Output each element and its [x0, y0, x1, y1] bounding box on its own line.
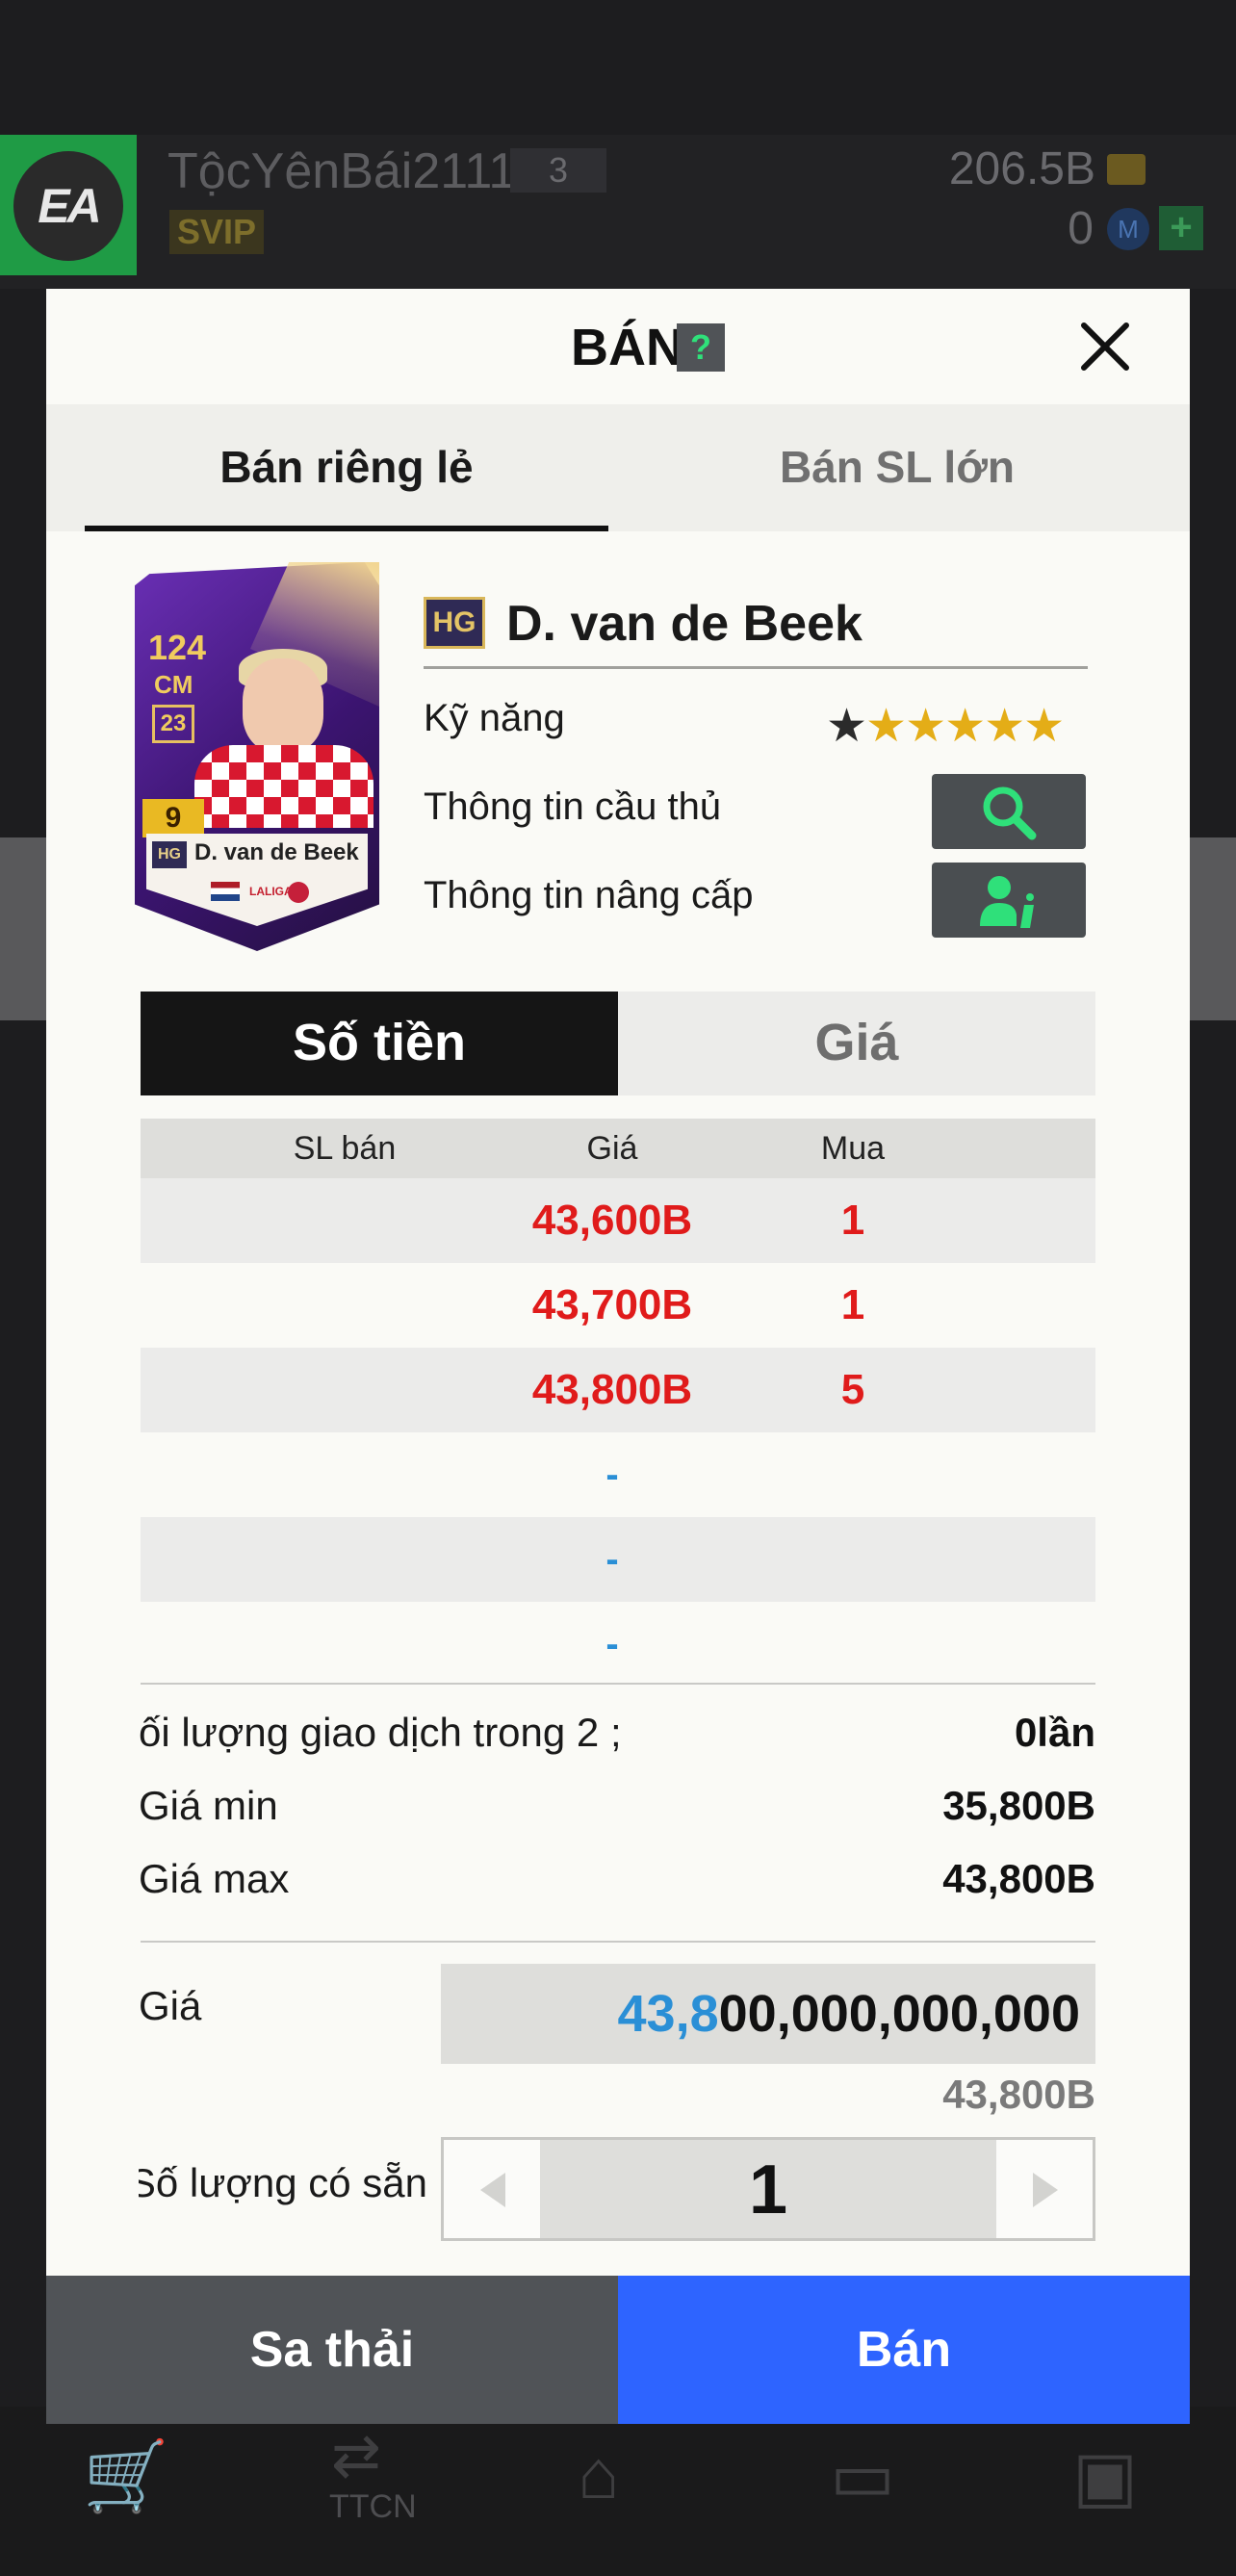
row-buy-count: 1	[840, 1281, 865, 1328]
card-hg-badge: HG	[152, 841, 187, 868]
card-ovr: 124	[148, 628, 207, 667]
triangle-right-icon	[1033, 2173, 1058, 2207]
sell-modal: BÁN ? Bán riêng lẻ Bán SL lớn 124 CM 23 …	[46, 289, 1190, 2424]
trade-count-value: 0lần	[1014, 1710, 1095, 1755]
tab-sell-single[interactable]: Bán riêng lẻ	[85, 404, 608, 531]
transfer-icon: ⇄	[331, 2423, 381, 2489]
modal-title: BÁN	[571, 319, 683, 376]
price-input-highlight: 43,8	[617, 1985, 719, 2043]
min-price-label: Giá min	[139, 1783, 278, 1828]
table-row[interactable]: 43,600B 1	[141, 1178, 1095, 1263]
skill-label: Kỹ năng	[424, 697, 565, 739]
row-empty: -	[605, 1454, 619, 1496]
order-table-header: SL bán Giá Mua	[141, 1119, 1095, 1178]
laliga-logo: LALIGA	[249, 885, 293, 898]
column-header: Giá	[586, 1130, 638, 1167]
netherlands-flag-icon	[211, 882, 240, 901]
min-price-value: 35,800B	[942, 1783, 1095, 1828]
price-input-label: Giá	[139, 1983, 202, 2028]
background-level-badge: 3	[510, 148, 606, 193]
m-coin-icon: M	[1107, 208, 1149, 250]
add-coins-button: +	[1159, 206, 1203, 250]
divider	[141, 1683, 1095, 1685]
max-price-label: Giá max	[139, 1856, 290, 1901]
price-input-rest: 00,000,000,000	[718, 1985, 1080, 2043]
player-shirt	[194, 745, 373, 828]
star-icon: ★	[826, 701, 867, 752]
user-info-icon	[980, 876, 1034, 928]
close-button[interactable]	[1076, 318, 1134, 375]
ea-logo-icon: EA	[13, 151, 123, 261]
help-button[interactable]: ?	[677, 323, 725, 372]
upgrade-info-button[interactable]	[932, 863, 1086, 938]
card-player-name: D. van de Beek	[194, 839, 359, 865]
cart-icon: 🛒	[83, 2438, 169, 2515]
skill-stars: ★★★★★★	[826, 699, 1065, 753]
row-price: 43,700B	[531, 1281, 693, 1328]
player-info-label: Thông tin cầu thủ	[424, 786, 722, 828]
star-icon: ★★★★★	[865, 701, 1065, 752]
pitch-icon: ▭	[830, 2438, 896, 2515]
modal-header: BÁN ?	[46, 289, 1190, 404]
player-info-button[interactable]	[932, 774, 1086, 849]
nav-label-ttcn: TTCN	[329, 2488, 417, 2525]
player-name: D. van de Beek	[506, 596, 863, 652]
max-price-value: 43,800B	[942, 1856, 1095, 1901]
tab-price[interactable]: Giá	[618, 992, 1095, 1095]
quantity-label-text: Số lượng có sẵn	[139, 2160, 427, 2205]
player-face	[243, 658, 323, 753]
quantity-stepper: 1	[441, 2137, 1095, 2241]
gold-coin-icon	[1107, 154, 1146, 185]
card-position: CM	[154, 670, 193, 699]
tab-amount[interactable]: Số tiền	[141, 992, 618, 1095]
bag-icon: ▣	[1072, 2438, 1139, 2515]
search-icon	[983, 786, 1037, 840]
discard-button[interactable]: Sa thải	[46, 2276, 618, 2424]
quantity-decrease-button[interactable]	[444, 2140, 540, 2238]
upgrade-info-label: Thông tin nâng cấp	[424, 874, 754, 916]
trade-count-label: ối lượng giao dịch trong 2 ;	[139, 1710, 622, 1755]
quantity-value: 1	[748, 2151, 788, 2228]
row-buy-count: 1	[840, 1197, 865, 1244]
background-money: 206.5B	[948, 143, 1095, 194]
column-header: SL bán	[293, 1130, 397, 1167]
ea-logo-badge: EA	[0, 135, 137, 275]
sell-button[interactable]: Bán	[618, 2276, 1190, 2424]
card-season-badge: 23	[152, 705, 194, 743]
row-price: 43,800B	[531, 1366, 693, 1413]
column-header: Mua	[820, 1130, 886, 1167]
quantity-increase-button[interactable]	[996, 2140, 1093, 2238]
row-price: 43,600B	[531, 1197, 693, 1244]
table-row[interactable]: 43,700B 1	[141, 1263, 1095, 1348]
divider	[424, 666, 1088, 669]
table-row[interactable]: 43,800B 5	[141, 1348, 1095, 1432]
price-summary: 43,800B	[942, 2072, 1095, 2117]
divider	[141, 1941, 1095, 1943]
background-username: TộcYênBái2111	[167, 143, 517, 199]
price-input[interactable]: 43,800,000,000,000	[441, 1964, 1095, 2064]
home-icon: ⌂	[578, 2436, 620, 2513]
card-grade-badge: 9	[142, 799, 204, 837]
background-m-coins: 0	[1068, 203, 1094, 254]
table-row: -	[141, 1432, 1095, 1517]
triangle-left-icon	[480, 2173, 505, 2207]
tab-sell-bulk[interactable]: Bán SL lớn	[643, 404, 1151, 531]
player-card[interactable]: 124 CM 23 9 HG D. van de Beek LALIGA	[135, 562, 379, 951]
row-buy-count: 5	[840, 1366, 865, 1413]
quantity-label: Số lượng có sẵn	[139, 2160, 427, 2206]
table-row: -	[141, 1602, 1095, 1687]
row-empty: -	[605, 1623, 619, 1665]
club-crest-icon	[288, 882, 309, 903]
close-icon	[1081, 322, 1129, 371]
table-row: -	[141, 1517, 1095, 1602]
card-flags: LALIGA	[202, 882, 318, 905]
sell-mode-tabs: Bán riêng lẻ Bán SL lớn	[46, 404, 1190, 531]
hg-badge: HG	[424, 597, 485, 649]
background-vip-badge: SVIP	[169, 210, 265, 254]
row-empty: -	[605, 1538, 619, 1581]
